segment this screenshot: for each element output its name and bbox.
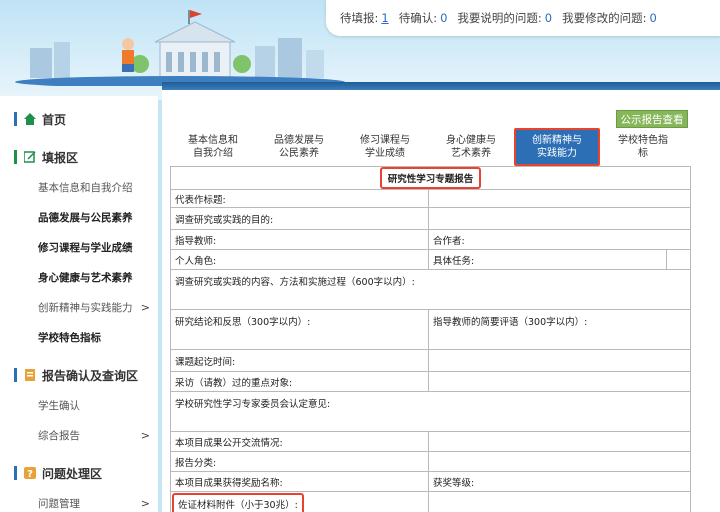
sidebar-item-student-confirm[interactable]: 学生确认 bbox=[0, 390, 158, 420]
pending-confirm-status: 待确认: 0 bbox=[398, 11, 448, 25]
teacher-comment-field[interactable]: 指导教师的简要评语（300字以内）: bbox=[427, 309, 692, 350]
content-field[interactable]: 调查研究或实践的内容、方法和实施过程（600字以内）: bbox=[169, 269, 692, 310]
role-field[interactable]: 个人角色: bbox=[170, 249, 429, 270]
interview-input[interactable] bbox=[427, 371, 692, 392]
task-extra-cell bbox=[665, 249, 692, 270]
conclusion-field[interactable]: 研究结论和反思（300字以内）: bbox=[170, 309, 429, 350]
committee-field[interactable]: 学校研究性学习专家委员会认定意见: bbox=[169, 391, 692, 432]
research-report-form: 研究性学习专题报告 代表作标题: 调查研究或实践的目的: 指导教师: 合作者: 个… bbox=[169, 166, 692, 512]
explain-issue-status: 我要说明的问题: 0 bbox=[457, 11, 553, 25]
sidebar-section-issues[interactable]: ? 问题处理区 bbox=[0, 458, 158, 488]
attachment-field[interactable]: 佐证材料附件（小于30兆）: bbox=[170, 491, 429, 512]
tab-moral[interactable]: 品德发展与 公民素养 bbox=[256, 128, 342, 166]
chevron-right-icon: > bbox=[140, 428, 150, 442]
purpose-input[interactable] bbox=[427, 207, 692, 230]
svg-text:?: ? bbox=[27, 469, 33, 479]
campus-illustration bbox=[15, 10, 345, 86]
sidebar-item-innovation[interactable]: 创新精神与实践能力 > bbox=[0, 292, 158, 322]
main-panel: 公示报告查看 基本信息和 自我介绍 品德发展与 公民素养 修习课程与 学业成绩 身心健… bbox=[162, 82, 720, 512]
representative-title-input[interactable] bbox=[427, 189, 692, 208]
exchange-input[interactable] bbox=[427, 431, 692, 452]
public-report-button[interactable]: 公示报告查看 bbox=[616, 110, 688, 128]
category-tabs: 基本信息和 自我介绍 品德发展与 公民素养 修习课程与 学业成绩 身心健康与 艺术素养 … bbox=[170, 128, 690, 166]
status-bar: 待填报: 1 待确认: 0 我要说明的问题: 0 我要修改的问题: 0 bbox=[326, 0, 720, 36]
chevron-right-icon: > bbox=[140, 300, 150, 314]
tab-health[interactable]: 身心健康与 艺术素养 bbox=[428, 128, 514, 166]
time-field[interactable]: 课题起讫时间: bbox=[170, 349, 429, 372]
exchange-field[interactable]: 本项目成果公开交流情况: bbox=[170, 431, 429, 452]
category-field[interactable]: 报告分类: bbox=[170, 451, 429, 472]
sidebar-item-moral[interactable]: 品德发展与公民素养 bbox=[0, 202, 158, 232]
sidebar-home[interactable]: 首页 bbox=[0, 104, 158, 134]
attachment-input[interactable] bbox=[427, 491, 692, 512]
sidebar-item-school-feature[interactable]: 学校特色指标 bbox=[0, 322, 158, 352]
sidebar-item-basic-info[interactable]: 基本信息和自我介绍 bbox=[0, 172, 158, 202]
sidebar-item-issue-manage[interactable]: 问题管理 > bbox=[0, 488, 158, 512]
home-icon bbox=[24, 113, 36, 125]
tab-innovation[interactable]: 创新精神与 实践能力 bbox=[514, 128, 600, 166]
sidebar: 首页 填报区 基本信息和自我介绍 品德发展与公民素养 修习课程与学业成绩 身心健… bbox=[0, 96, 158, 512]
time-input[interactable] bbox=[427, 349, 692, 372]
interview-field[interactable]: 采访（请教）过的重点对象: bbox=[170, 371, 429, 392]
question-icon: ? bbox=[24, 467, 36, 479]
form-title: 研究性学习专题报告 bbox=[169, 166, 692, 190]
chevron-right-icon: > bbox=[140, 496, 150, 510]
modify-issue-status: 我要修改的问题: 0 bbox=[562, 11, 657, 25]
award-field[interactable]: 本项目成果获得奖励名称: bbox=[170, 471, 429, 492]
task-field[interactable]: 具体任务: bbox=[428, 249, 667, 270]
main-top-bar bbox=[162, 82, 720, 90]
teacher-field[interactable]: 指导教师: bbox=[170, 229, 429, 250]
sidebar-section-confirm[interactable]: 报告确认及查询区 bbox=[0, 360, 158, 390]
report-icon bbox=[25, 369, 35, 381]
purpose-field[interactable]: 调查研究或实践的目的: bbox=[170, 207, 429, 230]
edit-icon bbox=[24, 151, 36, 163]
award-level-field[interactable]: 获奖等级: bbox=[427, 471, 692, 492]
tab-courses[interactable]: 修习课程与 学业成绩 bbox=[342, 128, 428, 166]
sidebar-item-courses[interactable]: 修习课程与学业成绩 bbox=[0, 232, 158, 262]
representative-title-field[interactable]: 代表作标题: bbox=[170, 189, 429, 208]
pending-fill-status[interactable]: 待填报: 1 bbox=[340, 10, 389, 26]
tab-school-feature[interactable]: 学校特色指标 bbox=[600, 128, 686, 166]
category-input[interactable] bbox=[427, 451, 692, 472]
sidebar-item-comprehensive-report[interactable]: 综合报告 > bbox=[0, 420, 158, 450]
sidebar-section-fill[interactable]: 填报区 bbox=[0, 142, 158, 172]
collaborator-field[interactable]: 合作者: bbox=[427, 229, 692, 250]
sidebar-item-health[interactable]: 身心健康与艺术素养 bbox=[0, 262, 158, 292]
tab-basic-info[interactable]: 基本信息和 自我介绍 bbox=[170, 128, 256, 166]
